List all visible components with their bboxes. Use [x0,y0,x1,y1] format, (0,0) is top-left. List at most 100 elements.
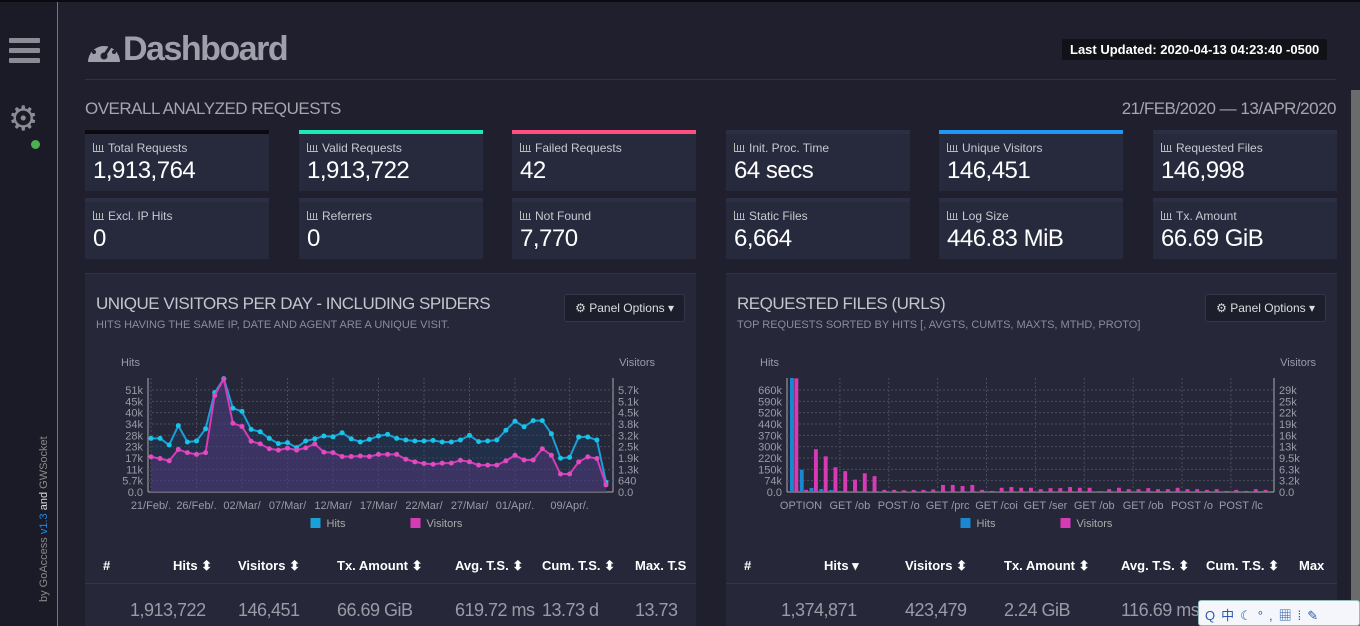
y2-tick-label: 19k [1279,419,1297,431]
column-header[interactable]: Max [1299,558,1324,573]
column-header[interactable]: Avg. T.S. ⬍ [455,558,523,574]
column-header[interactable]: Tx. Amount ⬍ [337,558,423,574]
y2-tick-label: 29k [1279,385,1297,397]
gear-icon[interactable]: ⚙ [8,102,38,136]
hits-point [449,440,454,445]
visitors-point [267,446,272,451]
stat-value: 146,998 [1161,157,1329,185]
hits-bar [819,489,823,492]
hits-point [440,440,445,445]
visitors-point [230,421,235,426]
visitors-point [221,377,226,382]
y-tick-label: 220k [758,453,782,465]
column-header[interactable]: Max. T.S [635,558,686,573]
column-header[interactable]: Cum. T.S. ⬍ [542,558,615,574]
panel-options-button[interactable]: ⚙ Panel Options ▾ [1205,294,1326,322]
panel-subtitle: TOP REQUESTS SORTED BY HITS [, AVGTS, CU… [737,319,1140,331]
column-header[interactable]: Visitors ⬍ [238,558,300,574]
version-link[interactable]: v1.3 [38,513,50,534]
column-label: # [744,558,751,573]
menu-icon[interactable] [9,38,40,68]
hits-bar [800,470,804,492]
hits-point [522,424,527,429]
table-cell: 2.24 GiB [1004,600,1070,621]
hits-point [312,436,317,441]
bar-chart-icon [1161,211,1172,220]
requests-bar-chart: HitsVisitors0.00.074k3.2k150k6.3k220k9.5… [726,349,1337,529]
y-tick-label: 11k [126,464,143,476]
y2-tick-label: 1.9k [618,453,639,465]
hits-point [531,418,536,423]
visitors-bar [951,485,955,492]
visitors-bar [1107,489,1111,492]
column-header[interactable]: Hits ▾ [824,558,859,574]
legend-swatch [1061,518,1071,528]
stat-label: Static Files [749,209,808,223]
stat-card: Excl. IP Hits0 [85,198,269,259]
hits-point [385,432,390,437]
visitors-bar [1215,489,1219,492]
x-tick-label: GET /ob [1123,500,1164,512]
hits-point [258,429,263,434]
stat-value: 7,770 [520,225,688,253]
hits-bar [858,491,862,492]
y2-tick-label: 6.3k [1279,464,1300,476]
visitors-bar [1039,489,1043,492]
column-header[interactable]: Avg. T.S. ⬍ [1121,558,1189,574]
ime-toolbar[interactable]: Q中☾°,▦⁞✎ [1198,600,1360,626]
column-header[interactable]: Cum. T.S. ⬍ [1206,558,1279,574]
table-cell: 423,479 [905,600,967,621]
table-cell: 66.69 GiB [337,600,413,621]
visitors-bar [931,490,935,492]
scrollbar[interactable] [1351,90,1360,626]
x-tick-label: 02/Mar/ [223,500,261,512]
visitors-point [340,454,345,459]
credit-and: and [38,492,50,510]
column-header[interactable]: Tx. Amount ⬍ [1004,558,1090,574]
column-label: Tx. Amount [1004,558,1075,573]
visitors-bar [892,490,896,492]
visitors-point [467,459,472,464]
column-header[interactable]: Hits ⬍ [173,558,212,574]
x-tick-label: POST /o [878,500,920,512]
credit-by: by GoAccess [38,537,50,602]
stat-label: Tx. Amount [1176,209,1237,223]
visitors-panel: UNIQUE VISITORS PER DAY - INCLUDING SPID… [85,273,696,626]
hits-point [585,435,590,440]
y2-tick-label: 4.5k [618,408,639,420]
column-header[interactable]: # [103,558,110,573]
hits-point [394,436,399,441]
x-tick-label: POST /o [1171,500,1213,512]
hits-point [276,441,281,446]
visitors-bar [912,490,916,492]
stat-value: 446.83 MiB [947,225,1115,253]
stat-label: Requested Files [1176,141,1263,155]
panel-options-button[interactable]: ⚙ Panel Options ▾ [564,294,685,322]
y2-tick-label: 3.2k [618,430,639,442]
stat-label: Valid Requests [322,141,402,155]
table-cell: 116.69 ms [1121,600,1199,621]
visitors-bar [1146,488,1150,492]
y2-tick-label: 640 [618,476,636,488]
column-header[interactable]: # [744,558,751,573]
hits-point [194,439,199,444]
visitors-point [258,441,263,446]
visitors-bar [902,490,906,492]
y-axis-title: Hits [121,357,140,369]
visitors-point [403,457,408,462]
stat-card: Tx. Amount66.69 GiB [1153,198,1337,259]
y-tick-label: 440k [758,419,782,431]
hits-point [494,438,499,443]
visitors-point [458,458,463,463]
y2-tick-label: 0.0 [1279,487,1294,499]
column-header[interactable]: Visitors ⬍ [905,558,967,574]
gwsocket-link[interactable]: GWSocket [38,436,50,489]
visitors-bar [1254,489,1258,492]
hits-point [549,431,554,436]
y-tick-label: 520k [758,408,782,420]
column-label: Avg. T.S. [455,558,509,573]
y-tick-label: 45k [125,396,143,408]
visitors-point [503,458,508,463]
visitors-bar [970,485,974,492]
stat-card: Unique Visitors146,451 [939,130,1123,191]
